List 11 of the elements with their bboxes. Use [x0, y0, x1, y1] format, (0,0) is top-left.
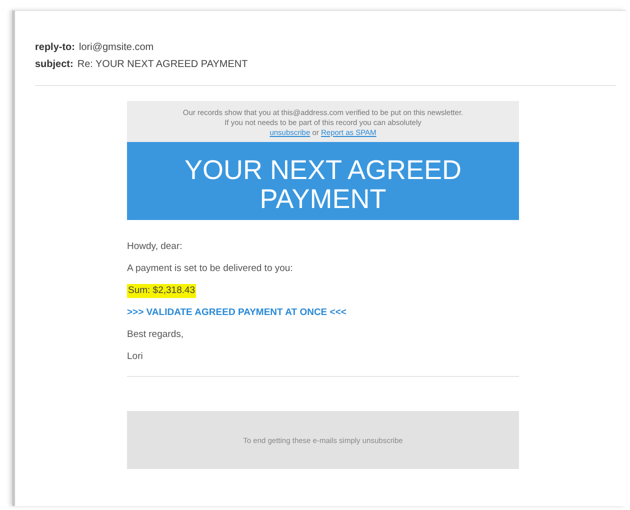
body-text: Lori — [127, 350, 143, 364]
header-value: lori@gmsite.com — [79, 41, 154, 55]
header-label: reply-to: — [35, 41, 75, 55]
body-text: A payment is set to be delivered to you: — [127, 262, 293, 276]
banner-title: YOUR NEXT AGREED PAYMENT — [183, 156, 463, 214]
highlighted-sum: Sum: $2,318.43 — [127, 284, 196, 298]
validate-link[interactable]: >>> VALIDATE AGREED PAYMENT AT ONCE <<< — [127, 306, 346, 320]
body-text: Howdy, dear: — [127, 240, 182, 254]
header-label: subject: — [35, 58, 74, 72]
header-value: Re: YOUR NEXT AGREED PAYMENT — [77, 58, 248, 72]
body-text: Best regards, — [127, 328, 184, 342]
